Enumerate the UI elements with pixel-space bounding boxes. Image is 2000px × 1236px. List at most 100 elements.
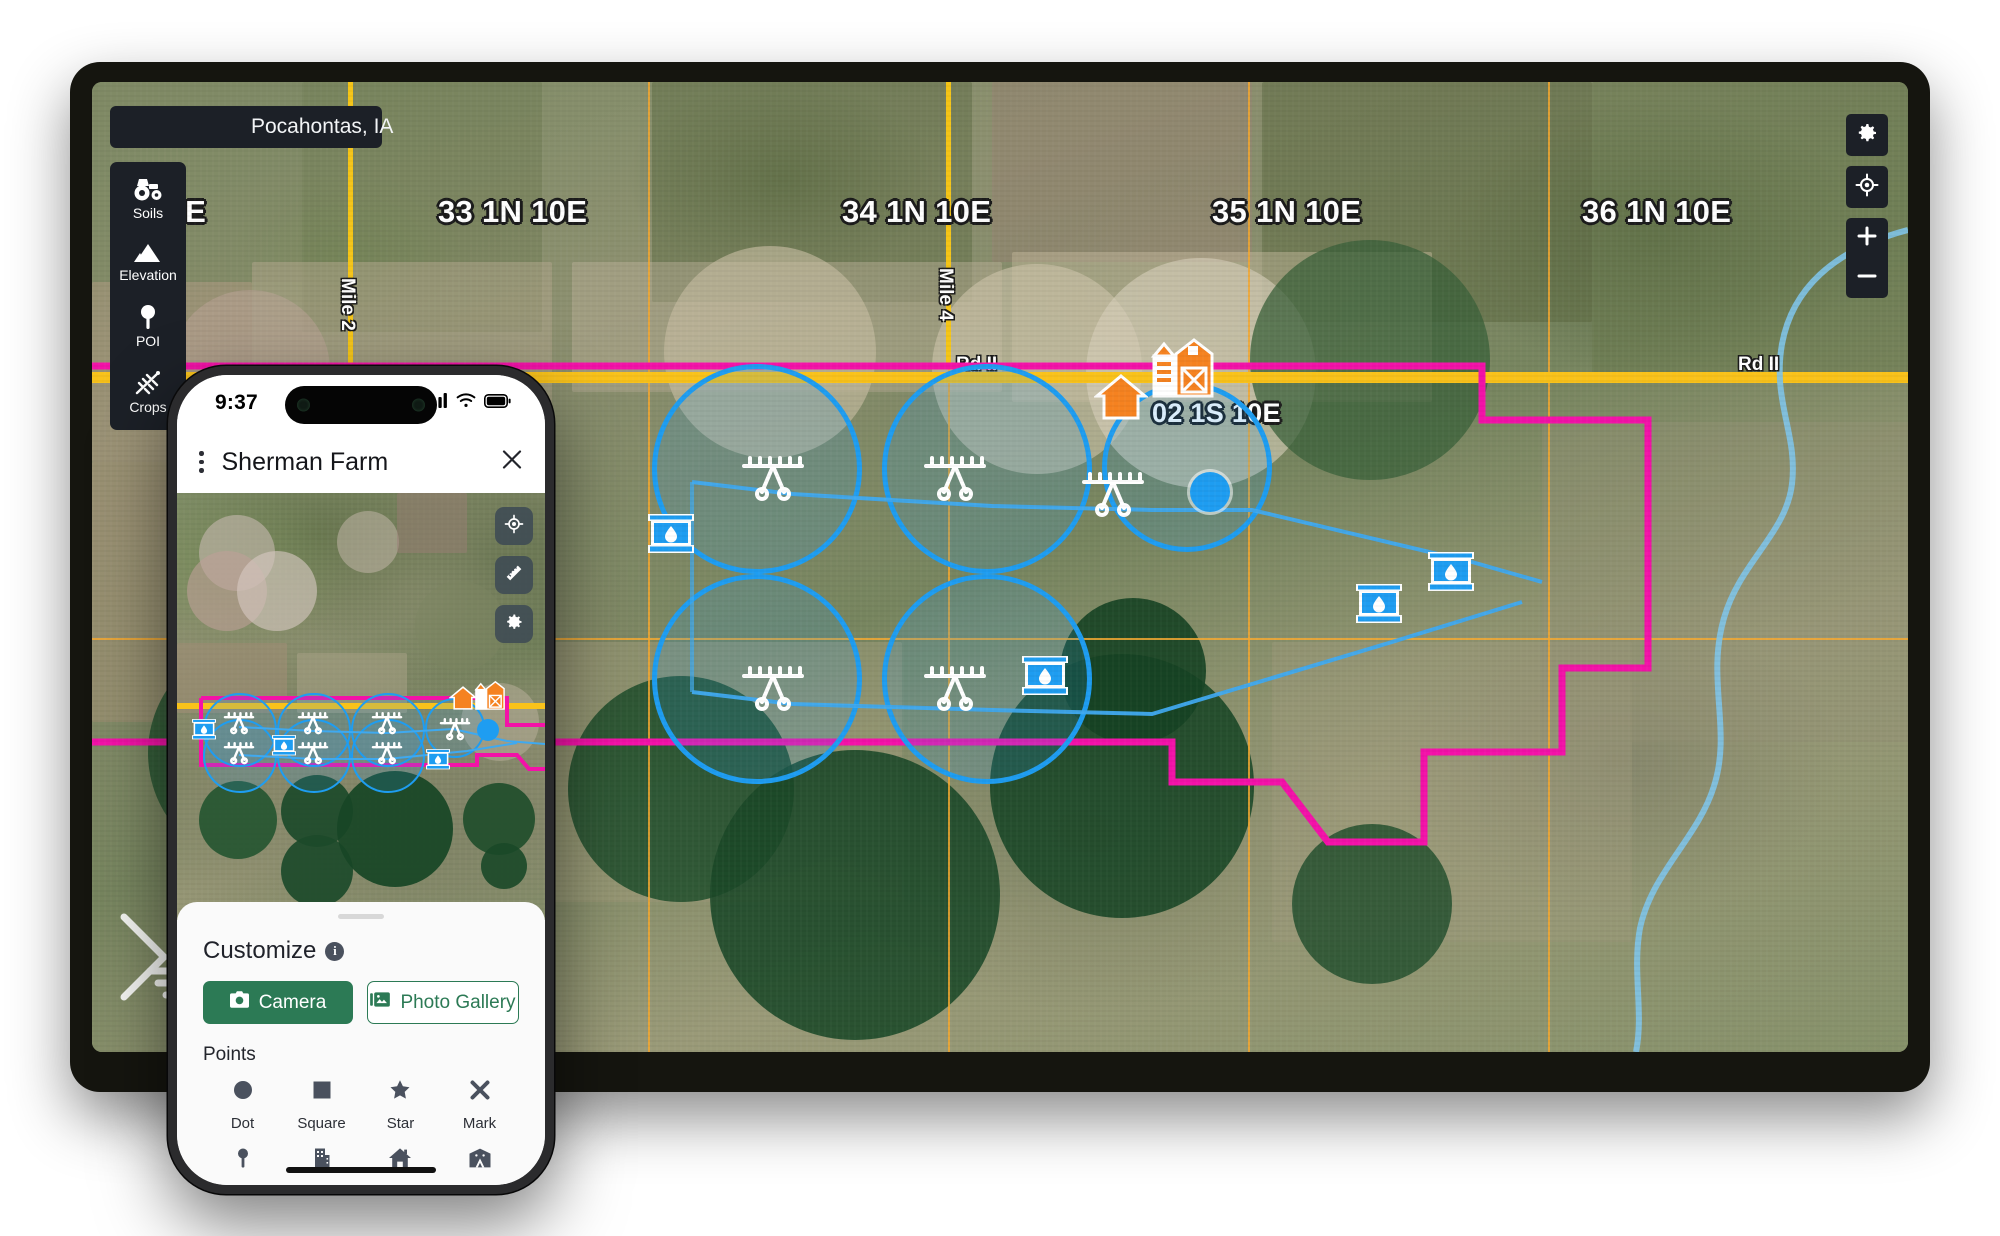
map-locate-button[interactable] <box>1846 166 1888 208</box>
zoom-controls <box>1846 218 1888 298</box>
road-label: Mile 2 <box>337 278 358 331</box>
phone-status-bar: 9:37 <box>177 375 545 431</box>
map-tool-rail: Soils Elevation POI Crops <box>110 162 186 430</box>
phone-screen: 9:37 Sherman Farm Customize i Camera Pho… <box>177 375 545 1185</box>
water-tank-icon <box>271 733 297 763</box>
barn-marker-icon <box>473 677 507 716</box>
x-mark-icon <box>468 1078 492 1107</box>
house-marker-icon[interactable] <box>1092 372 1150 427</box>
road-mile-4 <box>946 82 951 364</box>
selected-point <box>477 719 499 741</box>
dynamic-island <box>285 386 437 424</box>
gear-icon <box>504 612 524 637</box>
sheet-grabber[interactable] <box>338 914 384 919</box>
sidebar-item-label: Elevation <box>119 267 177 283</box>
tractor-icon <box>133 176 163 202</box>
plus-icon <box>1856 225 1878 252</box>
irrigation-circle[interactable] <box>652 364 862 574</box>
selected-point[interactable] <box>1190 472 1230 512</box>
photo-gallery-button-label: Photo Gallery <box>400 991 516 1013</box>
square-icon <box>310 1078 334 1107</box>
section-label: 34 1N 10E <box>842 194 992 229</box>
zoom-in-button[interactable] <box>1846 218 1888 258</box>
section-label: 35 1N 10E <box>1212 194 1362 229</box>
star-icon <box>388 1078 412 1107</box>
map-controls <box>1846 114 1888 298</box>
point-label: Building <box>295 1183 348 1185</box>
kebab-menu-icon[interactable] <box>197 449 206 475</box>
phone-device: 9:37 Sherman Farm Customize i Camera Pho… <box>168 366 554 1194</box>
barn-marker-icon[interactable] <box>1148 330 1218 405</box>
phone-header: Sherman Farm <box>177 431 545 493</box>
section-label: 33 1N 10E <box>438 194 588 229</box>
point-label: House <box>379 1183 422 1185</box>
barn-icon <box>468 1146 492 1175</box>
point-option-building[interactable]: Building <box>295 1146 348 1185</box>
sidebar-item-elevation[interactable]: Elevation <box>119 242 177 282</box>
camera-button[interactable]: Camera <box>203 981 353 1024</box>
mountain-icon <box>133 242 163 264</box>
section-label: 36 1N 10E <box>1582 194 1732 229</box>
pivot-icon <box>439 715 471 746</box>
water-tank-icon[interactable] <box>1020 652 1070 705</box>
water-tank-icon[interactable] <box>1354 580 1404 633</box>
phone-measure-button[interactable] <box>495 556 533 594</box>
close-icon[interactable] <box>501 449 523 476</box>
sheet-title-row: Customize i <box>203 937 519 965</box>
road-label: Mile 4 <box>935 268 956 321</box>
pivot-icon[interactable] <box>740 450 806 507</box>
page-title: Sherman Farm <box>221 447 389 476</box>
point-option-barn[interactable]: Barn <box>464 1146 496 1185</box>
sidebar-item-poi[interactable]: POI <box>136 304 160 348</box>
irrigation-circle[interactable] <box>652 574 862 784</box>
pivot-icon[interactable] <box>740 660 806 717</box>
point-label: Pin <box>232 1183 254 1185</box>
point-label: Barn <box>464 1183 496 1185</box>
sidebar-item-label: Crops <box>129 399 167 415</box>
status-time: 9:37 <box>215 391 258 414</box>
pivot-icon <box>223 709 255 740</box>
info-icon[interactable]: i <box>325 941 345 961</box>
road-label: Rd II <box>1738 354 1780 375</box>
ruler-icon <box>504 563 524 588</box>
point-option-dot[interactable]: Dot <box>231 1078 255 1132</box>
pin-icon <box>231 1146 255 1175</box>
status-icons <box>428 393 511 413</box>
water-tank-icon <box>191 717 217 747</box>
water-tank-icon[interactable] <box>1426 548 1476 601</box>
media-button-row: Camera Photo Gallery <box>203 981 519 1024</box>
point-option-star[interactable]: Star <box>387 1078 414 1132</box>
point-option-square[interactable]: Square <box>297 1078 346 1132</box>
water-tank-icon[interactable] <box>646 510 696 563</box>
sidebar-item-label: POI <box>135 333 161 349</box>
zoom-out-button[interactable] <box>1846 258 1888 298</box>
wheat-icon <box>133 370 163 396</box>
point-option-house[interactable]: House <box>379 1146 422 1185</box>
sidebar-item-soils[interactable]: Soils <box>133 176 163 220</box>
crosshair-icon <box>504 514 524 539</box>
pivot-icon <box>371 709 403 740</box>
irrigation-circle[interactable] <box>1102 382 1272 552</box>
map-settings-button[interactable] <box>1846 114 1888 156</box>
phone-locate-button[interactable] <box>495 507 533 545</box>
irrigation-circle[interactable] <box>882 574 1092 784</box>
minus-icon <box>1856 265 1878 292</box>
photo-gallery-button[interactable]: Photo Gallery <box>367 981 519 1024</box>
irrigation-circle[interactable] <box>882 364 1092 574</box>
gallery-icon <box>370 991 391 1014</box>
pivot-icon[interactable] <box>922 660 988 717</box>
home-indicator <box>286 1167 436 1173</box>
customize-sheet: Customize i Camera Photo Gallery Points … <box>177 902 545 1185</box>
point-option-mark[interactable]: Mark <box>463 1078 496 1132</box>
location-search-bar[interactable]: Pocahontas, IA <box>110 106 393 148</box>
phone-settings-button[interactable] <box>495 605 533 643</box>
pivot-icon <box>297 709 329 740</box>
pivot-icon[interactable] <box>1080 466 1146 523</box>
phone-map[interactable] <box>177 493 545 920</box>
gear-icon <box>1855 121 1879 150</box>
sidebar-item-crops[interactable]: Crops <box>129 370 167 415</box>
point-option-pin[interactable]: Pin <box>231 1146 255 1185</box>
sheet-title: Customize <box>203 937 317 964</box>
pivot-icon[interactable] <box>922 450 988 507</box>
point-label: Mark <box>462 1115 497 1132</box>
